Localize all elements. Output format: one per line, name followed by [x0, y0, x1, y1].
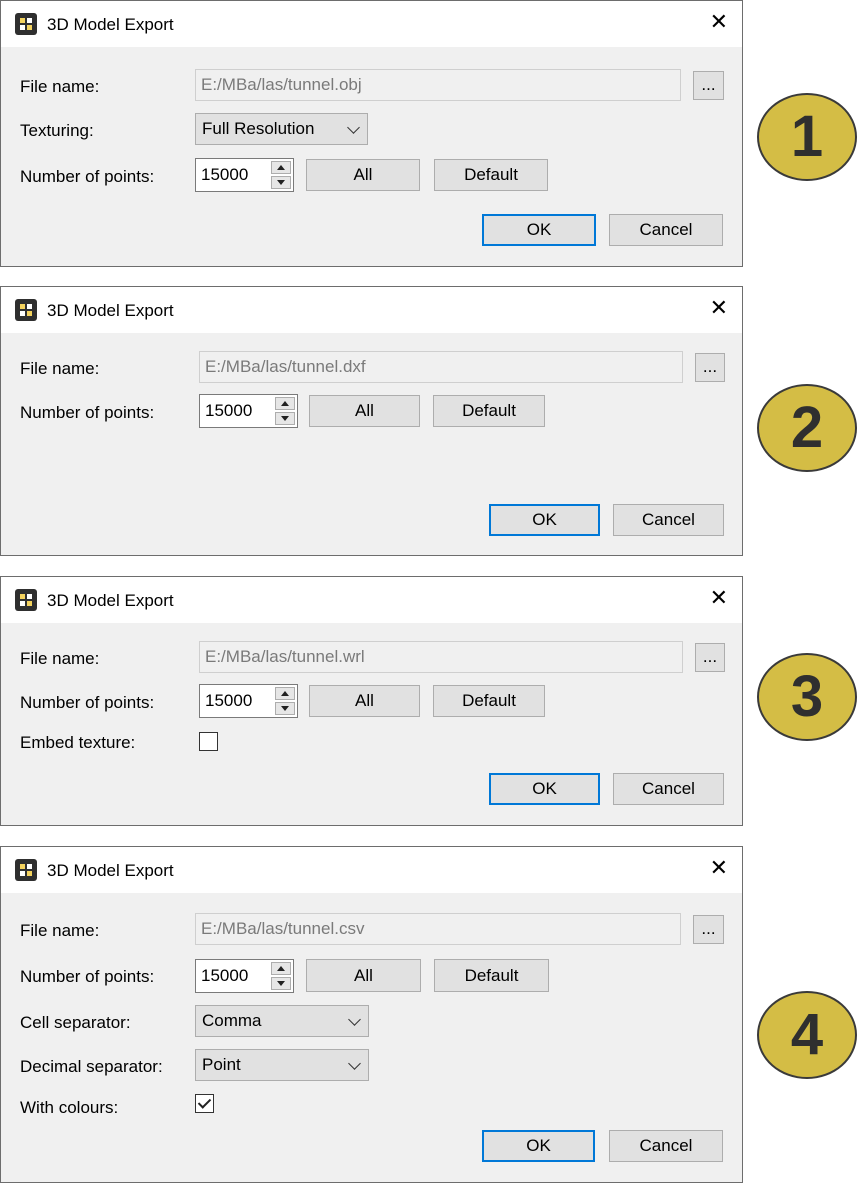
close-icon[interactable]: ✕: [710, 857, 728, 879]
spin-down-icon[interactable]: [271, 977, 291, 990]
cancel-button[interactable]: Cancel: [609, 1130, 723, 1162]
spin-down-icon[interactable]: [275, 412, 295, 425]
file-name-field[interactable]: E:/MBa/las/tunnel.dxf: [199, 351, 683, 383]
step-badge-4: 4: [757, 991, 857, 1079]
embed-texture-label: Embed texture:: [20, 733, 136, 752]
default-button[interactable]: Default: [434, 159, 548, 191]
file-name-label: File name:: [20, 921, 100, 940]
dialog-title: 3D Model Export: [47, 861, 174, 880]
cancel-button[interactable]: Cancel: [609, 214, 723, 246]
export-dialog-obj: 3D Model Export ✕ File name: E:/MBa/las/…: [0, 0, 743, 267]
close-icon[interactable]: ✕: [710, 11, 728, 33]
ok-button[interactable]: OK: [489, 504, 600, 536]
all-button[interactable]: All: [306, 959, 421, 992]
close-icon[interactable]: ✕: [710, 587, 728, 609]
texturing-dropdown[interactable]: Full Resolution: [195, 113, 368, 145]
file-name-field[interactable]: E:/MBa/las/tunnel.obj: [195, 69, 681, 101]
title-bar: 3D Model Export ✕: [1, 847, 742, 893]
step-badge-3: 3: [757, 653, 857, 741]
spin-up-icon[interactable]: [271, 161, 291, 174]
number-of-points-label: Number of points:: [20, 693, 155, 712]
close-icon[interactable]: ✕: [710, 297, 728, 319]
file-name-label: File name:: [20, 649, 100, 668]
browse-button[interactable]: ...: [693, 915, 724, 944]
default-button[interactable]: Default: [433, 685, 545, 717]
browse-button[interactable]: ...: [695, 353, 725, 382]
points-value: 15000: [205, 401, 253, 420]
ok-button[interactable]: OK: [489, 773, 600, 805]
cell-separator-dropdown[interactable]: Comma: [195, 1005, 369, 1037]
browse-button[interactable]: ...: [693, 71, 724, 100]
embed-texture-checkbox[interactable]: [199, 732, 218, 751]
export-dialog-wrl: 3D Model Export ✕ File name: E:/MBa/las/…: [0, 576, 743, 826]
decimal-separator-dropdown[interactable]: Point: [195, 1049, 369, 1081]
cell-separator-label: Cell separator:: [20, 1013, 131, 1032]
step-badge-2: 2: [757, 384, 857, 472]
points-spinbox[interactable]: 15000: [195, 959, 294, 993]
dialog-title: 3D Model Export: [47, 15, 174, 34]
points-value: 15000: [201, 966, 249, 985]
spin-up-icon[interactable]: [271, 962, 291, 975]
checkmark-icon: [197, 1095, 212, 1109]
spin-down-icon[interactable]: [275, 702, 295, 715]
spin-down-icon[interactable]: [271, 176, 291, 189]
file-name-label: File name:: [20, 359, 100, 378]
export-dialog-csv: 3D Model Export ✕ File name: E:/MBa/las/…: [0, 846, 743, 1183]
all-button[interactable]: All: [309, 685, 420, 717]
app-icon: [15, 589, 37, 611]
ok-button[interactable]: OK: [482, 1130, 595, 1162]
chevron-down-icon: [347, 121, 360, 134]
number-of-points-label: Number of points:: [20, 167, 155, 186]
browse-button[interactable]: ...: [695, 643, 725, 672]
points-spinbox[interactable]: 15000: [195, 158, 294, 192]
points-value: 15000: [205, 691, 253, 710]
app-icon: [15, 13, 37, 35]
step-badge-1: 1: [757, 93, 857, 181]
app-icon: [15, 859, 37, 881]
export-dialog-dxf: 3D Model Export ✕ File name: E:/MBa/las/…: [0, 286, 743, 556]
file-name-field[interactable]: E:/MBa/las/tunnel.wrl: [199, 641, 683, 673]
file-name-label: File name:: [20, 77, 100, 96]
default-button[interactable]: Default: [433, 395, 545, 427]
decimal-separator-label: Decimal separator:: [20, 1057, 163, 1076]
with-colours-checkbox[interactable]: [195, 1094, 214, 1113]
points-spinbox[interactable]: 15000: [199, 684, 298, 718]
number-of-points-label: Number of points:: [20, 967, 155, 986]
dialog-title: 3D Model Export: [47, 591, 174, 610]
points-spinbox[interactable]: 15000: [199, 394, 298, 428]
texturing-label: Texturing:: [20, 121, 94, 140]
dialog-title: 3D Model Export: [47, 301, 174, 320]
spin-up-icon[interactable]: [275, 687, 295, 700]
cell-separator-value: Comma: [202, 1011, 262, 1030]
cancel-button[interactable]: Cancel: [613, 773, 724, 805]
ok-button[interactable]: OK: [482, 214, 596, 246]
cancel-button[interactable]: Cancel: [613, 504, 724, 536]
title-bar: 3D Model Export ✕: [1, 287, 742, 333]
file-name-field[interactable]: E:/MBa/las/tunnel.csv: [195, 913, 681, 945]
chevron-down-icon: [348, 1057, 361, 1070]
app-icon: [15, 299, 37, 321]
number-of-points-label: Number of points:: [20, 403, 155, 422]
default-button[interactable]: Default: [434, 959, 549, 992]
spin-up-icon[interactable]: [275, 397, 295, 410]
texturing-value: Full Resolution: [202, 119, 315, 138]
chevron-down-icon: [348, 1013, 361, 1026]
decimal-separator-value: Point: [202, 1055, 241, 1074]
with-colours-label: With colours:: [20, 1098, 119, 1117]
points-value: 15000: [201, 165, 249, 184]
all-button[interactable]: All: [309, 395, 420, 427]
title-bar: 3D Model Export ✕: [1, 1, 742, 47]
all-button[interactable]: All: [306, 159, 420, 191]
title-bar: 3D Model Export ✕: [1, 577, 742, 623]
